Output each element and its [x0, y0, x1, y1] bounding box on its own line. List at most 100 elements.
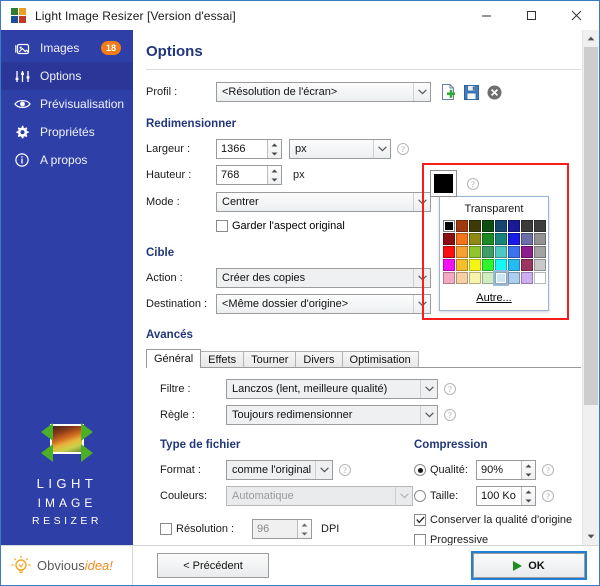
color-swatch[interactable] — [481, 233, 494, 245]
filter-help-icon[interactable]: ? — [444, 383, 456, 395]
spinner-down-icon[interactable] — [268, 175, 281, 184]
sidebar-item-about[interactable]: A propos — [1, 146, 133, 174]
quality-input[interactable]: 90% — [476, 460, 536, 480]
color-swatch[interactable] — [468, 220, 481, 232]
spinner-down-icon[interactable] — [268, 149, 281, 158]
close-icon[interactable] — [554, 1, 599, 30]
color-swatch[interactable] — [520, 220, 533, 232]
profile-select[interactable]: <Résolution de l'écran> — [216, 82, 431, 102]
quality-spinner[interactable] — [521, 461, 535, 479]
color-swatch[interactable] — [533, 272, 546, 284]
color-swatch[interactable] — [507, 246, 520, 258]
save-profile-icon[interactable] — [463, 84, 480, 101]
color-swatch[interactable] — [507, 259, 520, 271]
size-option[interactable]: Taille: — [414, 490, 476, 502]
color-swatch[interactable] — [442, 259, 455, 271]
color-swatch[interactable] — [494, 246, 507, 258]
color-swatch[interactable] — [455, 246, 468, 258]
color-swatch[interactable] — [494, 220, 507, 232]
progressive-row[interactable]: Progressive — [414, 534, 581, 545]
vertical-scrollbar[interactable] — [582, 30, 599, 545]
color-swatch[interactable] — [455, 220, 468, 232]
color-swatch[interactable] — [507, 220, 520, 232]
color-swatch[interactable] — [481, 220, 494, 232]
size-help-icon[interactable]: ? — [542, 490, 554, 502]
ok-button[interactable]: OK — [471, 551, 587, 580]
quality-radio[interactable] — [414, 464, 426, 476]
color-swatch[interactable] — [494, 259, 507, 271]
sidebar-item-options[interactable]: Options — [1, 62, 133, 90]
color-swatch[interactable] — [468, 259, 481, 271]
color-swatch[interactable] — [533, 233, 546, 245]
scrollbar-thumb[interactable] — [584, 47, 598, 405]
other-color-option[interactable]: Autre... — [440, 286, 548, 310]
quality-option[interactable]: Qualité: — [414, 464, 476, 476]
keep-quality-checkbox[interactable] — [414, 514, 426, 526]
spinner-up-icon[interactable] — [522, 461, 535, 470]
quality-help-icon[interactable]: ? — [542, 464, 554, 476]
color-swatch[interactable] — [468, 233, 481, 245]
transparent-option[interactable]: Transparent — [440, 197, 548, 220]
action-select[interactable]: Créer des copies — [216, 268, 431, 288]
color-swatch[interactable] — [520, 272, 533, 284]
color-swatch[interactable] — [455, 233, 468, 245]
filter-select[interactable]: Lanczos (lent, meilleure qualité) — [226, 379, 438, 399]
size-radio[interactable] — [414, 490, 426, 502]
color-help-icon[interactable]: ? — [467, 178, 479, 190]
color-swatch[interactable] — [520, 246, 533, 258]
color-swatch[interactable] — [507, 233, 520, 245]
spinner-down-icon[interactable] — [522, 496, 535, 505]
delete-profile-icon[interactable] — [486, 84, 503, 101]
color-swatch[interactable] — [520, 233, 533, 245]
minimize-icon[interactable] — [464, 1, 509, 30]
size-input[interactable]: 100 Ko — [476, 486, 536, 506]
color-swatch[interactable] — [442, 220, 455, 232]
resolution-toggle[interactable]: Résolution : — [160, 523, 252, 535]
width-input[interactable]: 1366 — [216, 139, 282, 159]
color-swatch[interactable] — [492, 270, 509, 286]
color-swatch[interactable] — [442, 272, 455, 284]
color-swatch[interactable] — [494, 233, 507, 245]
spinner-up-icon[interactable] — [268, 140, 281, 149]
sidebar-item-properties[interactable]: Propriétés — [1, 118, 133, 146]
format-help-icon[interactable]: ? — [339, 464, 351, 476]
color-swatch[interactable] — [533, 246, 546, 258]
keep-aspect-checkbox[interactable] — [216, 220, 228, 232]
sidebar-item-preview[interactable]: Prévisualisation — [1, 90, 133, 118]
background-color-button[interactable] — [430, 170, 457, 197]
sidebar-item-images[interactable]: Images 18 — [1, 34, 133, 62]
tab-rotate[interactable]: Tourner — [243, 351, 297, 368]
color-swatch[interactable] — [442, 233, 455, 245]
resolution-checkbox[interactable] — [160, 523, 172, 535]
previous-button[interactable]: < Précédent — [157, 553, 269, 578]
color-swatch[interactable] — [481, 259, 494, 271]
height-spinner[interactable] — [267, 166, 281, 184]
color-swatch[interactable] — [455, 272, 468, 284]
format-select[interactable]: comme l'original — [226, 460, 333, 480]
color-swatch[interactable] — [533, 259, 546, 271]
width-spinner[interactable] — [267, 140, 281, 158]
spinner-up-icon[interactable] — [522, 487, 535, 496]
color-swatch[interactable] — [455, 259, 468, 271]
scroll-up-arrow[interactable] — [583, 30, 599, 47]
maximize-icon[interactable] — [509, 1, 554, 30]
size-spinner[interactable] — [521, 487, 535, 505]
color-swatch-grid[interactable] — [440, 220, 548, 286]
width-help-icon[interactable]: ? — [397, 143, 409, 155]
spinner-down-icon[interactable] — [522, 470, 535, 479]
color-swatch[interactable] — [533, 220, 546, 232]
tab-general[interactable]: Général — [146, 349, 202, 368]
color-swatch[interactable] — [442, 246, 455, 258]
width-unit-select[interactable]: px — [289, 139, 391, 159]
progressive-checkbox[interactable] — [414, 534, 426, 545]
tab-misc[interactable]: Divers — [295, 351, 343, 368]
height-input[interactable]: 768 — [216, 165, 282, 185]
scroll-down-arrow[interactable] — [583, 528, 599, 545]
rule-help-icon[interactable]: ? — [444, 409, 456, 421]
color-swatch[interactable] — [481, 246, 494, 258]
spinner-up-icon[interactable] — [268, 166, 281, 175]
color-swatch[interactable] — [468, 272, 481, 284]
color-swatch[interactable] — [520, 259, 533, 271]
color-swatch[interactable] — [481, 272, 494, 284]
new-profile-icon[interactable] — [440, 84, 457, 101]
